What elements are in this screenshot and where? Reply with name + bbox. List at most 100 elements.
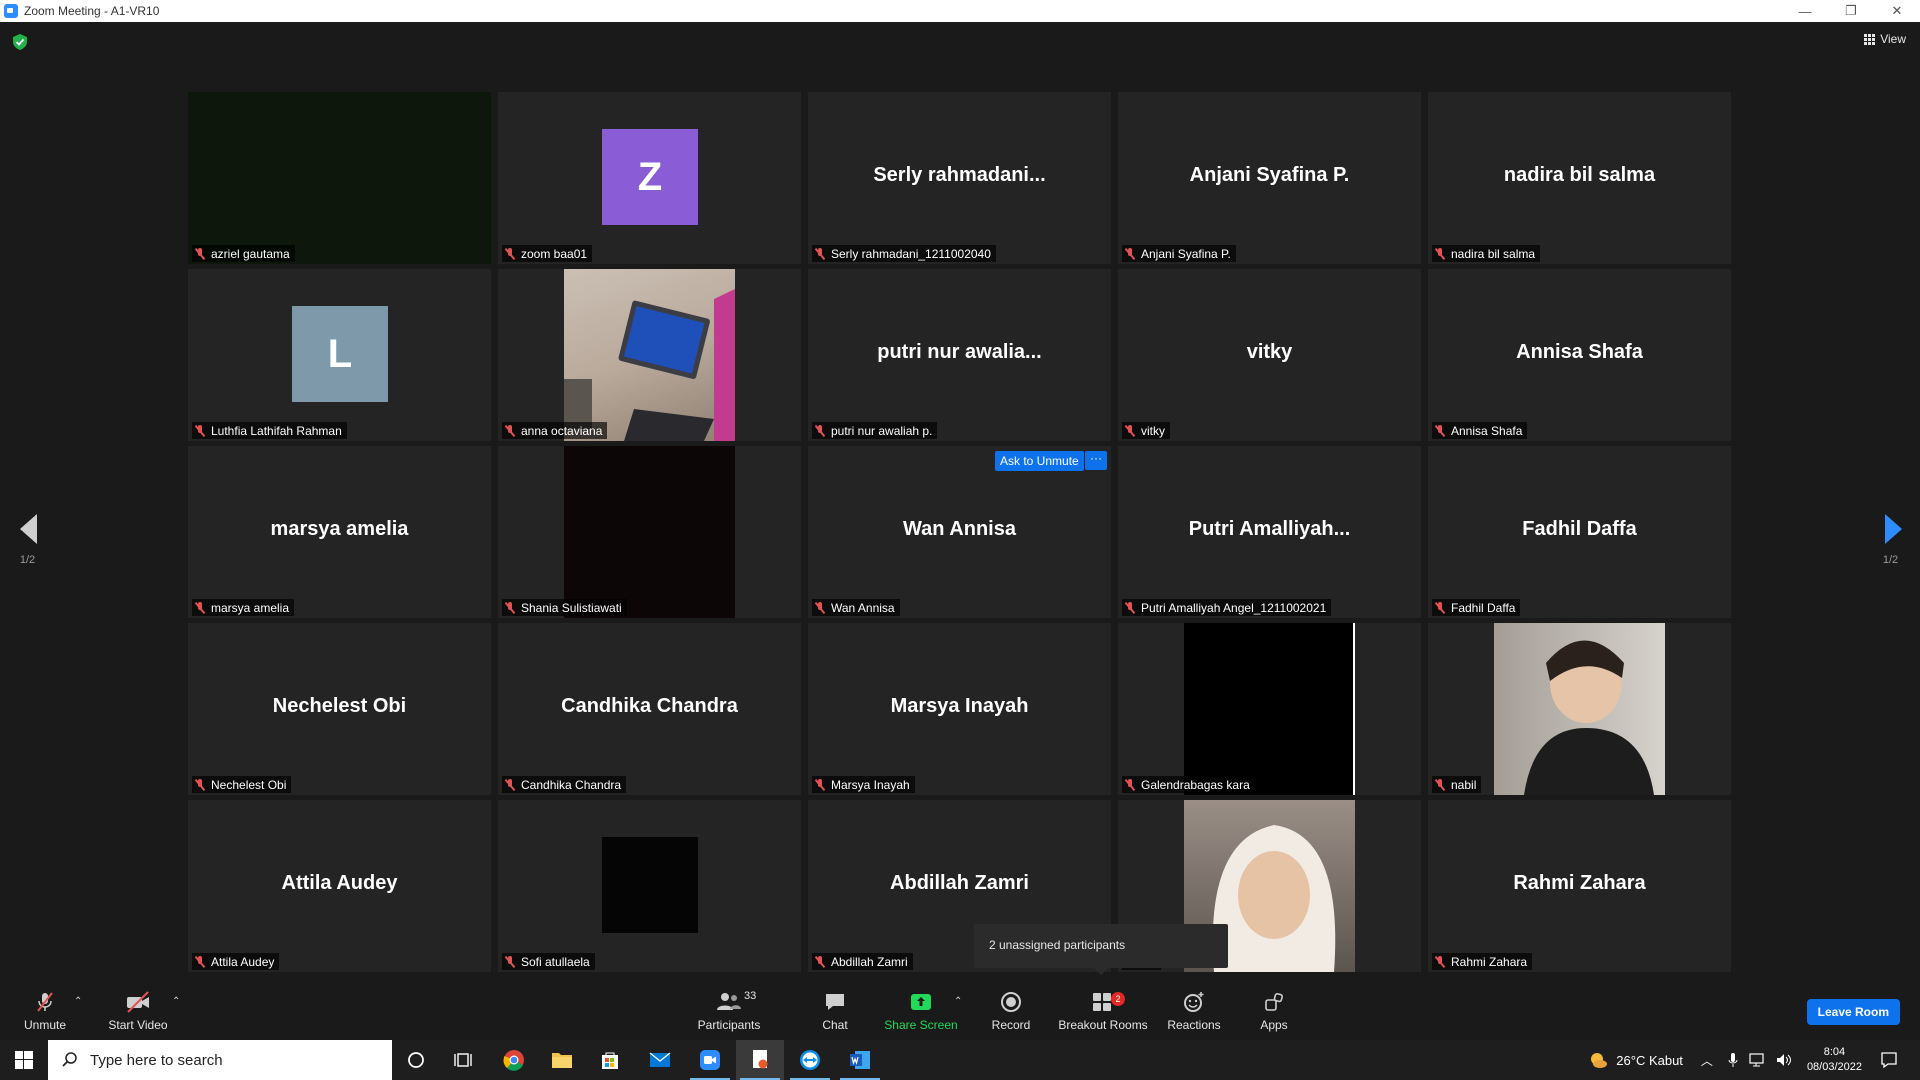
participant-tile[interactable]: L Luthfia Lathifah Rahman: [188, 269, 491, 441]
zoom-taskbar-button[interactable]: [686, 1040, 734, 1080]
participant-tile[interactable]: Galendrabagas kara: [1118, 623, 1421, 795]
start-button[interactable]: [0, 1040, 48, 1080]
restore-button[interactable]: ❐: [1828, 0, 1874, 22]
participants-button[interactable]: 33 Participants: [694, 990, 764, 1032]
chat-label: Chat: [822, 1018, 848, 1032]
cortana-button[interactable]: [392, 1040, 440, 1080]
participant-tile[interactable]: nabil: [1428, 623, 1731, 795]
muted-mic-icon: [504, 601, 516, 614]
participant-tile[interactable]: Wan Annisa Ask to Unmute ··· Wan Annisa: [808, 446, 1111, 618]
unassigned-participants-tooltip: 2 unassigned participants: [974, 924, 1228, 975]
apps-icon: [1265, 992, 1283, 1011]
taskbar-search-box[interactable]: Type here to search: [48, 1040, 392, 1080]
record-label: Record: [991, 1018, 1031, 1032]
participant-name-label: Sofi atullaela: [502, 953, 595, 970]
notifications-icon[interactable]: [1880, 1051, 1898, 1069]
participant-tile[interactable]: Anjani Syafina P. Anjani Syafina P.: [1118, 92, 1421, 264]
share-screen-button[interactable]: Share Screen: [884, 990, 958, 1032]
unmute-label: Unmute: [23, 1018, 67, 1032]
participant-name: Anjani Syafina P.: [1141, 246, 1231, 261]
share-options-caret[interactable]: ⌃: [954, 996, 962, 1007]
record-button[interactable]: Record: [986, 990, 1036, 1032]
ask-to-unmute-button[interactable]: Ask to Unmute: [995, 451, 1084, 471]
windows-logo-icon: [15, 1051, 33, 1069]
arrow-right-icon: [1885, 514, 1902, 544]
store-bag-icon: [602, 1052, 618, 1069]
title-bar: Zoom Meeting - A1-VR10 — ❐ ✕: [0, 0, 1920, 22]
network-icon[interactable]: [1749, 1052, 1767, 1068]
participant-tile[interactable]: Attila Audey Attila Audey: [188, 800, 491, 972]
participant-tile[interactable]: Sofi atullaela: [498, 800, 801, 972]
view-button[interactable]: View: [1864, 32, 1906, 46]
muted-mic-icon: [1434, 778, 1446, 791]
participant-name-label: Fadhil Daffa: [1432, 599, 1521, 616]
participant-tile[interactable]: nadira bil salma nadira bil salma: [1428, 92, 1731, 264]
participant-tile[interactable]: azriel gautama: [188, 92, 491, 264]
volume-icon[interactable]: [1775, 1052, 1793, 1068]
participant-tile[interactable]: vitky vitky: [1118, 269, 1421, 441]
participant-tile[interactable]: Zzoom baa01: [498, 92, 801, 264]
participant-tile[interactable]: marsya amelia marsya amelia: [188, 446, 491, 618]
encryption-shield-icon[interactable]: [13, 34, 27, 50]
zoom-icon: [700, 1050, 720, 1070]
chat-button[interactable]: Chat: [810, 990, 860, 1032]
muted-mic-icon: [194, 247, 206, 260]
participant-tile[interactable]: anna octaviana: [498, 269, 801, 441]
clock[interactable]: 8:04 08/03/2022: [1807, 1045, 1862, 1075]
participant-tile[interactable]: Serly rahmadani... Serly rahmadani_121100…: [808, 92, 1111, 264]
muted-mic-icon: [194, 955, 206, 968]
participant-display-name: Fadhil Daffa: [1522, 518, 1637, 540]
participant-display-name: putri nur awalia...: [877, 341, 1042, 363]
apps-label: Apps: [1260, 1018, 1288, 1032]
task-view-button[interactable]: [440, 1040, 488, 1080]
breakout-rooms-label: Breakout Rooms: [1058, 1018, 1148, 1032]
weather-cloud-sun-icon: [1591, 1053, 1608, 1068]
participant-name-label: azriel gautama: [192, 245, 295, 262]
participant-name: Candhika Chandra: [521, 777, 622, 792]
next-page-button[interactable]: 1/2: [1879, 514, 1902, 566]
start-video-button[interactable]: Start Video: [106, 990, 170, 1032]
mail-taskbar-button[interactable]: [636, 1040, 684, 1080]
store-taskbar-button[interactable]: [586, 1040, 634, 1080]
participant-tile[interactable]: putri nur awalia... putri nur awaliah p.: [808, 269, 1111, 441]
minimize-button[interactable]: —: [1782, 0, 1828, 22]
participant-tile[interactable]: Marsya Inayah Marsya Inayah: [808, 623, 1111, 795]
file-explorer-taskbar-button[interactable]: [538, 1040, 586, 1080]
microphone-icon[interactable]: [1727, 1051, 1739, 1069]
muted-mic-icon: [504, 424, 516, 437]
participant-tile[interactable]: Rahmi Zahara Rahmi Zahara: [1428, 800, 1731, 972]
close-button[interactable]: ✕: [1874, 0, 1920, 22]
video-options-caret[interactable]: ⌃: [172, 996, 180, 1007]
grid-view-icon: [1864, 33, 1876, 45]
teamviewer-taskbar-button[interactable]: [786, 1040, 834, 1080]
chevron-up-icon[interactable]: ︿: [1701, 1052, 1713, 1069]
participant-display-name: Wan Annisa: [903, 518, 1016, 540]
participant-tile[interactable]: Putri Amalliyah... Putri Amalliyah Angel_…: [1118, 446, 1421, 618]
more-options-button[interactable]: ···: [1085, 451, 1107, 470]
document-viewer-taskbar-button[interactable]: [736, 1040, 784, 1080]
audio-options-caret[interactable]: ⌃: [74, 996, 82, 1007]
word-taskbar-button[interactable]: [836, 1040, 884, 1080]
weather-text[interactable]: 26°C Kabut: [1616, 1053, 1683, 1068]
zoom-app-icon: [4, 4, 18, 18]
participant-tile[interactable]: Annisa Shafa Annisa Shafa: [1428, 269, 1731, 441]
participant-name-label: nadira bil salma: [1432, 245, 1541, 262]
participant-tile[interactable]: Nechelest Obi Nechelest Obi: [188, 623, 491, 795]
apps-button[interactable]: Apps: [1254, 990, 1294, 1032]
participant-tile[interactable]: Fadhil Daffa Fadhil Daffa: [1428, 446, 1731, 618]
breakout-rooms-button[interactable]: 2 Breakout Rooms: [1058, 990, 1148, 1032]
unmute-button[interactable]: Unmute: [20, 990, 70, 1032]
participant-tile[interactable]: Shania Sulistiawati: [498, 446, 801, 618]
participant-video: [564, 446, 735, 618]
previous-page-button[interactable]: 1/2: [18, 514, 37, 566]
mail-icon: [649, 1052, 671, 1067]
participant-name-label: Annisa Shafa: [1432, 422, 1528, 439]
reactions-button[interactable]: Reactions: [1166, 990, 1222, 1032]
task-view-icon: [454, 1053, 472, 1067]
word-icon: [850, 1051, 870, 1069]
participant-tile[interactable]: Candhika Chandra Candhika Chandra: [498, 623, 801, 795]
participant-display-name: Marsya Inayah: [890, 695, 1029, 717]
leave-room-button[interactable]: Leave Room: [1806, 999, 1900, 1025]
participant-name-label: Shania Sulistiawati: [502, 599, 627, 616]
chrome-taskbar-button[interactable]: [490, 1040, 538, 1080]
